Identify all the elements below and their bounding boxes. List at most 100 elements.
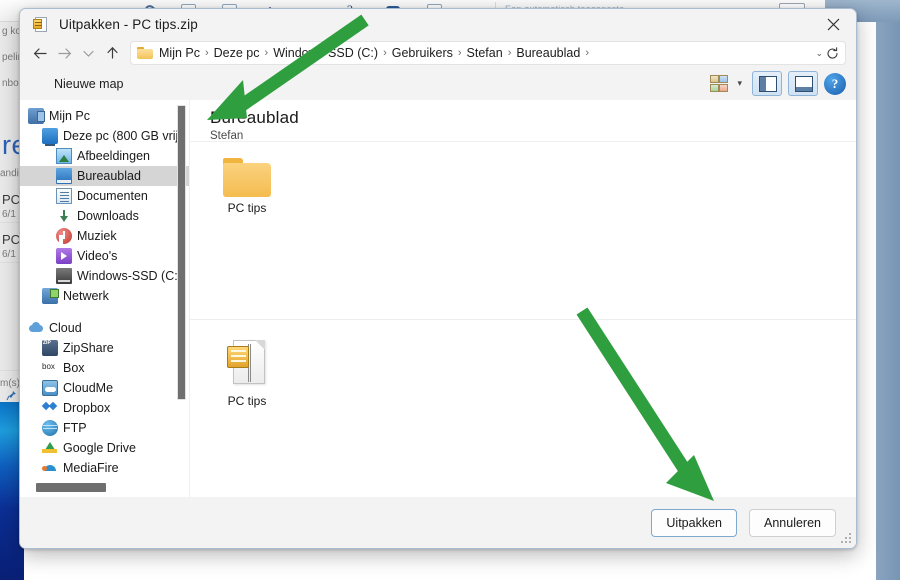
window-title: Uitpakken - PC tips.zip (59, 16, 198, 32)
sidebar-item-label: MediaFire (63, 461, 119, 475)
navigation-tree-list: Mijn Pc Deze pc (800 GB vrij Afbeeldingen B… (20, 106, 189, 478)
sidebar-item-muziek[interactable]: Muziek (20, 226, 189, 246)
new-folder-button[interactable]: Nieuwe map (54, 77, 123, 91)
sidebar-item-downloads[interactable]: Downloads (20, 206, 189, 226)
video-icon (56, 248, 72, 264)
title-bar[interactable]: Uitpakken - PC tips.zip (20, 9, 856, 39)
list-item[interactable]: PC tips (204, 158, 290, 215)
sidebar-item-label: Windows-SSD (C: (77, 269, 178, 283)
dialog-footer: Uitpakken Annuleren (20, 497, 856, 548)
sidebar-item-label: Muziek (77, 229, 117, 243)
sidebar-item-afbeeldingen[interactable]: Afbeeldingen (20, 146, 189, 166)
music-icon (56, 228, 72, 244)
sidebar-item-windows-ssd-c[interactable]: Windows-SSD (C: (20, 266, 189, 286)
view-options-caret-icon[interactable]: ▾ (737, 78, 742, 89)
breadcrumb-item-2[interactable]: Windows-SSD (C:) (270, 46, 381, 60)
sidebar-item-label: Deze pc (800 GB vrij (63, 129, 179, 143)
network-icon (42, 288, 59, 304)
details-pane-toggle-button[interactable] (788, 71, 818, 96)
address-bar: Mijn Pc › Deze pc › Windows-SSD (C:) › Gebruik… (20, 39, 856, 67)
sidebar-item-zipshare[interactable]: ZipShare (20, 338, 189, 358)
ftp-icon (42, 420, 58, 436)
breadcrumb-separator-icon: › (204, 47, 209, 59)
sidebar-item-mijn-pc[interactable]: Mijn Pc (20, 106, 189, 126)
view-options-icon[interactable] (707, 74, 731, 94)
chevron-down-icon[interactable]: ⌄ (812, 48, 826, 59)
tree-horizontal-scrollbar[interactable] (36, 483, 106, 492)
sidebar-item-google-drive[interactable]: Google Drive (20, 438, 189, 458)
sidebar-item-cloudme[interactable]: CloudMe (20, 378, 189, 398)
extract-button[interactable]: Uitpakken (651, 508, 737, 537)
sidebar-item-bureaublad[interactable]: Bureaublad (20, 166, 189, 186)
refresh-icon[interactable] (826, 46, 841, 60)
sidebar-item-label: ZipShare (63, 341, 114, 355)
sidebar-item-netwerk[interactable]: Netwerk (20, 286, 189, 306)
sidebar-item-video-s[interactable]: Video's (20, 246, 189, 266)
content-header: Bureaublad Stefan (190, 100, 856, 142)
sidebar-item-label: Netwerk (63, 289, 109, 303)
background-text-6: 6/1 (2, 209, 16, 220)
pictures-icon (56, 148, 72, 164)
sidebar-item-mediafire[interactable]: MediaFire (20, 458, 189, 478)
monitor-icon (42, 128, 58, 146)
page-subtitle: Stefan (210, 130, 244, 142)
folder-icon (223, 158, 271, 197)
forward-button[interactable] (52, 41, 76, 65)
sidebar-item-label: Dropbox (63, 401, 111, 415)
cloud-icon (28, 320, 44, 336)
breadcrumb-item-5[interactable]: Bureaublad (513, 46, 583, 60)
breadcrumb-bar[interactable]: Mijn Pc › Deze pc › Windows-SSD (C:) › Gebruik… (130, 41, 846, 65)
up-button[interactable] (100, 41, 124, 65)
list-item-label: PC tips (227, 201, 267, 215)
back-button[interactable] (28, 41, 52, 65)
sidebar-item-label: CloudMe (63, 381, 114, 395)
breadcrumb-item-3[interactable]: Gebruikers (389, 46, 456, 60)
sidebar-item-cloud[interactable]: Cloud (20, 318, 189, 338)
top-file-pane[interactable]: PC tips (190, 142, 856, 320)
zip-archive-icon (225, 340, 269, 390)
bottom-file-pane[interactable]: PC tips (190, 320, 856, 497)
desktop-icon (56, 168, 72, 184)
sidebar-item-box[interactable]: Box (20, 358, 189, 378)
breadcrumb-separator-icon: › (507, 47, 512, 59)
page-title: Bureaublad (210, 108, 299, 127)
close-button[interactable] (810, 9, 856, 39)
cancel-button[interactable]: Annuleren (749, 508, 836, 537)
sidebar-item-label: Google Drive (63, 441, 136, 455)
breadcrumb-item-1[interactable]: Deze pc (211, 46, 263, 60)
breadcrumb-separator-icon: › (585, 47, 589, 59)
dropbox-icon (42, 400, 58, 416)
file-browser-content: Bureaublad Stefan PC tips PC tips (190, 100, 856, 497)
background-text-4: andi (0, 168, 19, 179)
navigation-pane-toggle-button[interactable] (752, 71, 782, 96)
recent-locations-button[interactable] (76, 41, 100, 65)
sidebar-item-deze-pc-800-gb-vrij[interactable]: Deze pc (800 GB vrij (20, 126, 189, 146)
sidebar-item-label: Video's (77, 249, 118, 263)
background-text-8: 6/1 (2, 249, 16, 260)
breadcrumb-item-0[interactable]: Mijn Pc (156, 46, 203, 60)
sidebar-item-label: FTP (63, 421, 87, 435)
extract-dialog-window: Uitpakken - PC tips.zip Mijn Pc › Deze pc ›… (19, 8, 857, 549)
help-button[interactable]: ? (824, 72, 846, 95)
breadcrumb: Mijn Pc › Deze pc › Windows-SSD (C:) › Gebruik… (156, 46, 591, 60)
box-icon (42, 360, 58, 376)
sidebar-item-label: Bureaublad (77, 169, 141, 183)
downloads-icon (56, 208, 72, 224)
breadcrumb-separator-icon: › (383, 47, 387, 59)
sidebar-item-dropbox[interactable]: Dropbox (20, 398, 189, 418)
sidebar-item-documenten[interactable]: Documenten (20, 186, 189, 206)
sidebar-item-label: Cloud (49, 321, 82, 335)
zip-file-icon (33, 16, 50, 33)
documents-icon (56, 188, 72, 204)
dialog-body: Mijn Pc Deze pc (800 GB vrij Afbeeldingen B… (20, 100, 856, 497)
command-bar: Nieuwe map ▾ ? (20, 67, 856, 100)
tree-vertical-scrollbar[interactable] (177, 105, 186, 400)
resize-grip[interactable] (841, 533, 853, 545)
sidebar-item-ftp[interactable]: FTP (20, 418, 189, 438)
background-right-strip (876, 22, 900, 580)
list-item[interactable]: PC tips (204, 340, 290, 408)
breadcrumb-item-4[interactable]: Stefan (464, 46, 506, 60)
google-drive-icon (42, 440, 58, 456)
cloudme-icon (42, 380, 58, 396)
background-text-5: PC (2, 192, 21, 207)
